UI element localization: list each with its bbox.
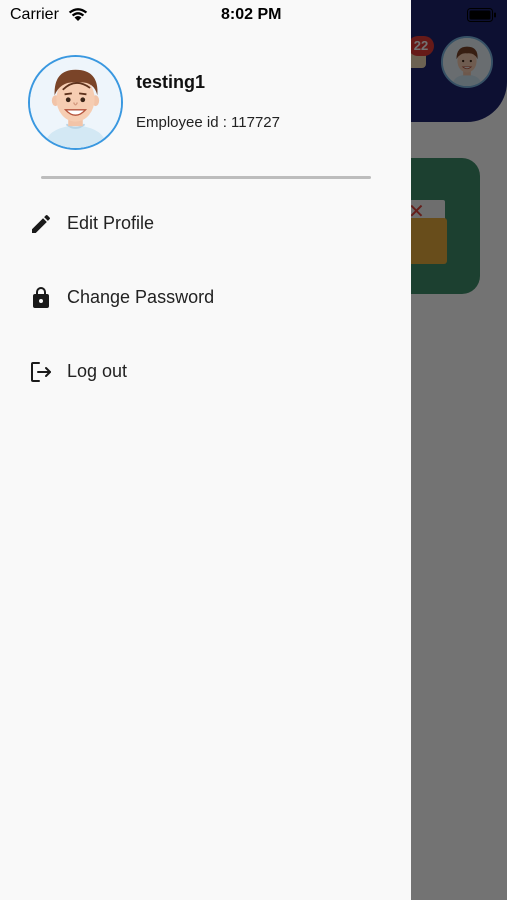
divider [41, 176, 371, 179]
menu-item-log-out[interactable]: Log out [0, 347, 411, 397]
menu-item-label: Change Password [67, 287, 215, 307]
menu-item-change-password[interactable]: Change Password [0, 273, 411, 323]
carrier-label: Carrier [10, 6, 59, 23]
status-bar: Carrier 8:02 PM [0, 0, 507, 30]
status-time: 8:02 PM [221, 6, 282, 23]
wifi-icon [67, 6, 89, 22]
menu-item-edit-profile[interactable]: Edit Profile [0, 199, 411, 249]
battery-icon [467, 8, 497, 22]
profile-name: testing1 [136, 72, 206, 92]
menu-item-label: Log out [67, 361, 128, 381]
menu-item-label: Edit Profile [67, 213, 155, 233]
profile-avatar [28, 55, 123, 150]
edit-icon [29, 212, 53, 236]
employee-id: Employee id : 117727 [136, 114, 280, 131]
navigation-drawer: testing1 Employee id : 117727 Edit Profi… [0, 0, 411, 900]
lock-icon [29, 286, 53, 310]
logout-icon [29, 360, 53, 384]
